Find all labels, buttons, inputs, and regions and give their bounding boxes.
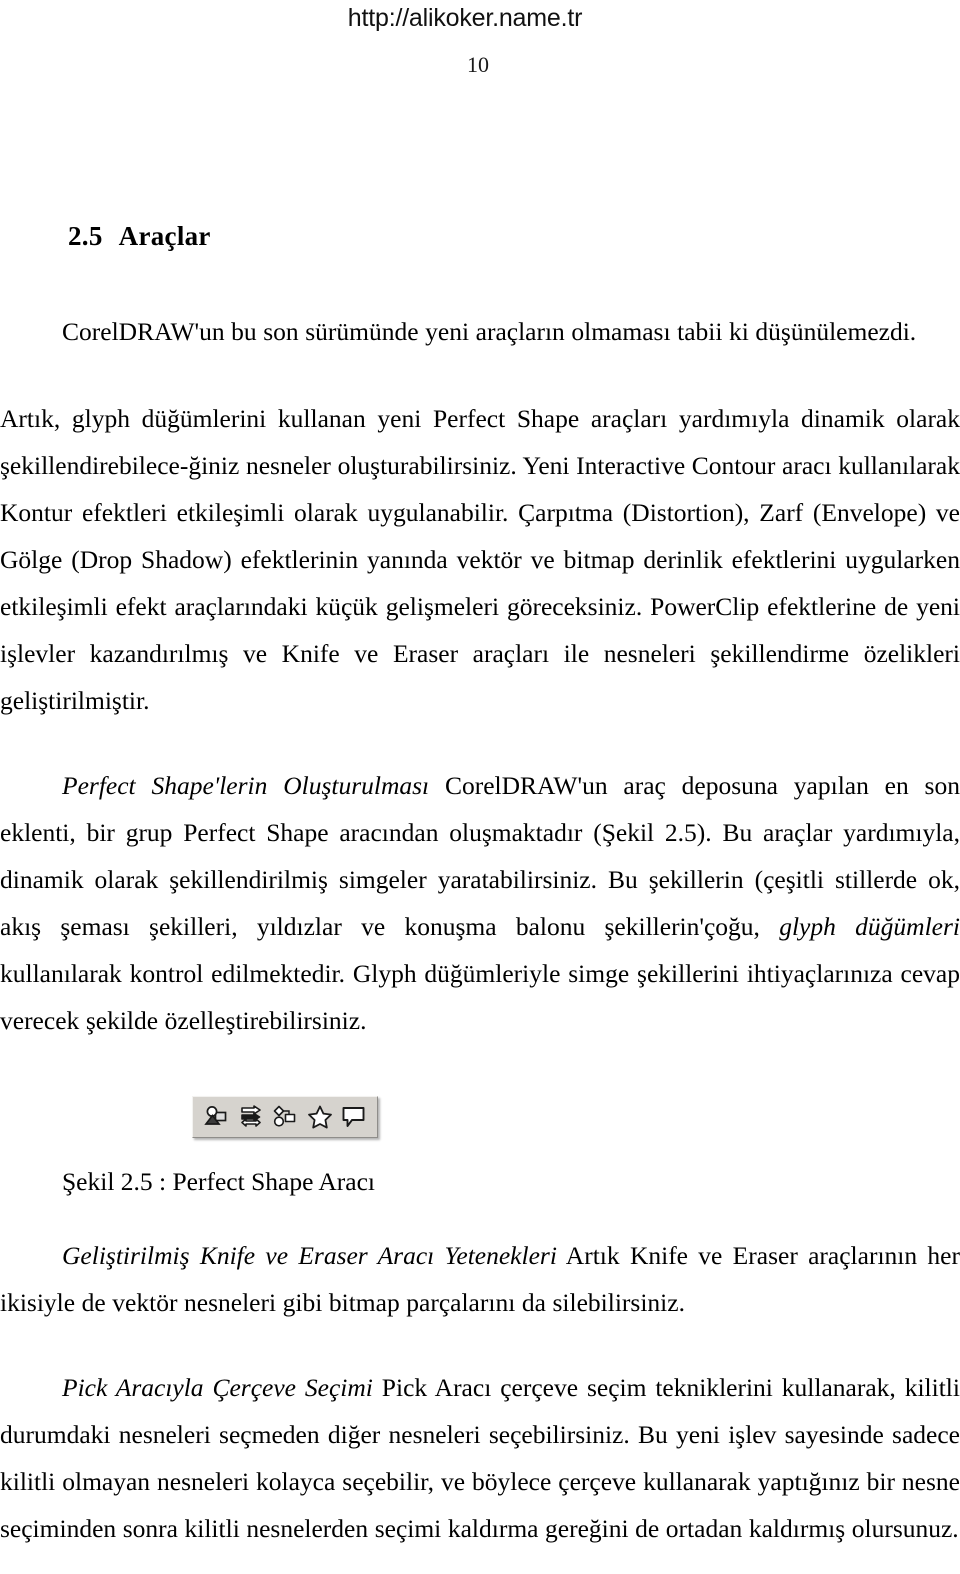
basic-shapes-tool-icon[interactable] <box>201 1102 231 1132</box>
paragraph-pick-tool: Pick Aracıyla Çerçeve Seçimi Pick Aracı … <box>0 1364 960 1552</box>
section-title: Araçlar <box>118 221 211 251</box>
page-content: 2.5 Araçlar CorelDRAW'un bu son sürümünde… <box>0 221 960 1574</box>
header-site-url: http://alikoker.name.tr <box>347 4 583 32</box>
paragraph-perfect-shapes-text-b: kullanılarak kontrol edilmektedir. Glyph… <box>0 958 960 1035</box>
emphasis-glyph-nodes: glyph düğümleri <box>779 911 960 941</box>
star-shapes-tool-icon[interactable] <box>305 1102 335 1132</box>
run-in-heading-pick-tool: Pick Aracıyla Çerçeve Seçimi <box>62 1372 373 1402</box>
arrow-shapes-tool-icon[interactable] <box>236 1102 266 1132</box>
figure-caption: Şekil 2.5 : Perfect Shape Aracı <box>62 1166 375 1196</box>
run-in-heading-perfect-shapes: Perfect Shape'lerin Oluşturulması <box>62 770 430 800</box>
paragraph-tools-overview: Artık, glyph düğümlerini kullanan yeni P… <box>0 403 960 715</box>
perfect-shape-toolbar[interactable] <box>192 1095 378 1138</box>
page-number: 10 <box>467 52 489 77</box>
section-number: 2.5 <box>68 221 103 251</box>
paragraph-knife-eraser: Geliştirilmiş Knife ve Eraser Aracı Yete… <box>0 1232 960 1326</box>
paragraph-intro: CorelDRAW'un bu son sürümünde yeni araçl… <box>62 316 917 346</box>
figure-perfect-shape-tool: Şekil 2.5 : Perfect Shape Aracı <box>0 1095 960 1202</box>
flowchart-shapes-tool-icon[interactable] <box>270 1102 300 1132</box>
callout-shapes-tool-icon[interactable] <box>339 1102 369 1132</box>
run-in-heading-knife-eraser: Geliştirilmiş Knife ve Eraser Aracı Yete… <box>62 1240 557 1270</box>
document-page: http://alikoker.name.tr 10 2.5 Araçlar Co… <box>0 0 960 1543</box>
paragraph-perfect-shapes: Perfect Shape'lerin Oluşturulması CorelD… <box>0 762 960 1044</box>
section-heading: 2.5 Araçlar <box>0 221 960 252</box>
